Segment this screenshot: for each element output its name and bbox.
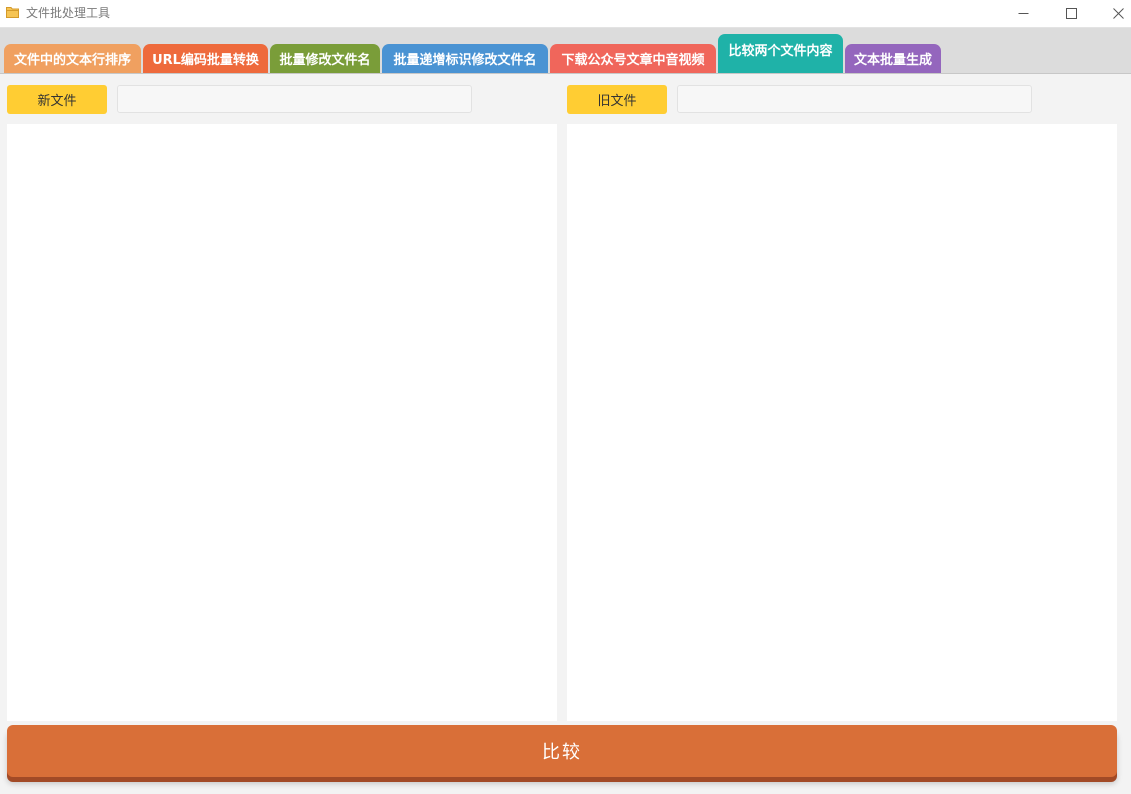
new-file-button[interactable]: 新文件 [7,85,107,114]
old-file-path-input[interactable] [677,85,1032,113]
tab-label: 比较两个文件内容 [728,44,833,59]
tab-label: 批量修改文件名 [279,53,371,68]
tab-label: 文件中的文本行排序 [13,53,131,68]
tab-label: 下载公众号文章中音视频 [561,53,705,68]
close-icon [1112,8,1124,19]
tab-compare-files[interactable]: 比较两个文件内容 [718,34,843,73]
old-file-button[interactable]: 旧文件 [567,85,667,114]
title-bar: 文件批处理工具 [0,0,1131,28]
tab-url-encode[interactable]: URL编码批量转换 [143,44,268,73]
maximize-icon [1065,8,1077,19]
new-file-path-input[interactable] [117,85,472,113]
new-file-content[interactable] [7,124,557,721]
minimize-button[interactable] [1000,0,1046,27]
tab-sort-text-lines[interactable]: 文件中的文本行排序 [4,44,141,73]
maximize-button[interactable] [1048,0,1094,27]
folder-icon [6,7,19,18]
old-file-content[interactable] [567,124,1117,721]
close-button[interactable] [1095,0,1131,27]
minimize-icon [1018,13,1028,14]
window-title: 文件批处理工具 [26,6,111,20]
tab-increment-rename[interactable]: 批量递增标识修改文件名 [382,44,548,73]
tab-batch-text[interactable]: 文本批量生成 [845,44,941,73]
tab-batch-rename[interactable]: 批量修改文件名 [270,44,380,73]
tab-label: 批量递增标识修改文件名 [393,53,537,68]
tab-strip: 文件中的文本行排序 URL编码批量转换 批量修改文件名 批量递增标识修改文件名 … [0,28,1131,74]
compare-button[interactable]: 比较 [7,725,1117,777]
tab-label: 文本批量生成 [853,53,932,68]
tab-label: URL编码批量转换 [152,53,259,68]
tab-download-media[interactable]: 下载公众号文章中音视频 [550,44,716,73]
